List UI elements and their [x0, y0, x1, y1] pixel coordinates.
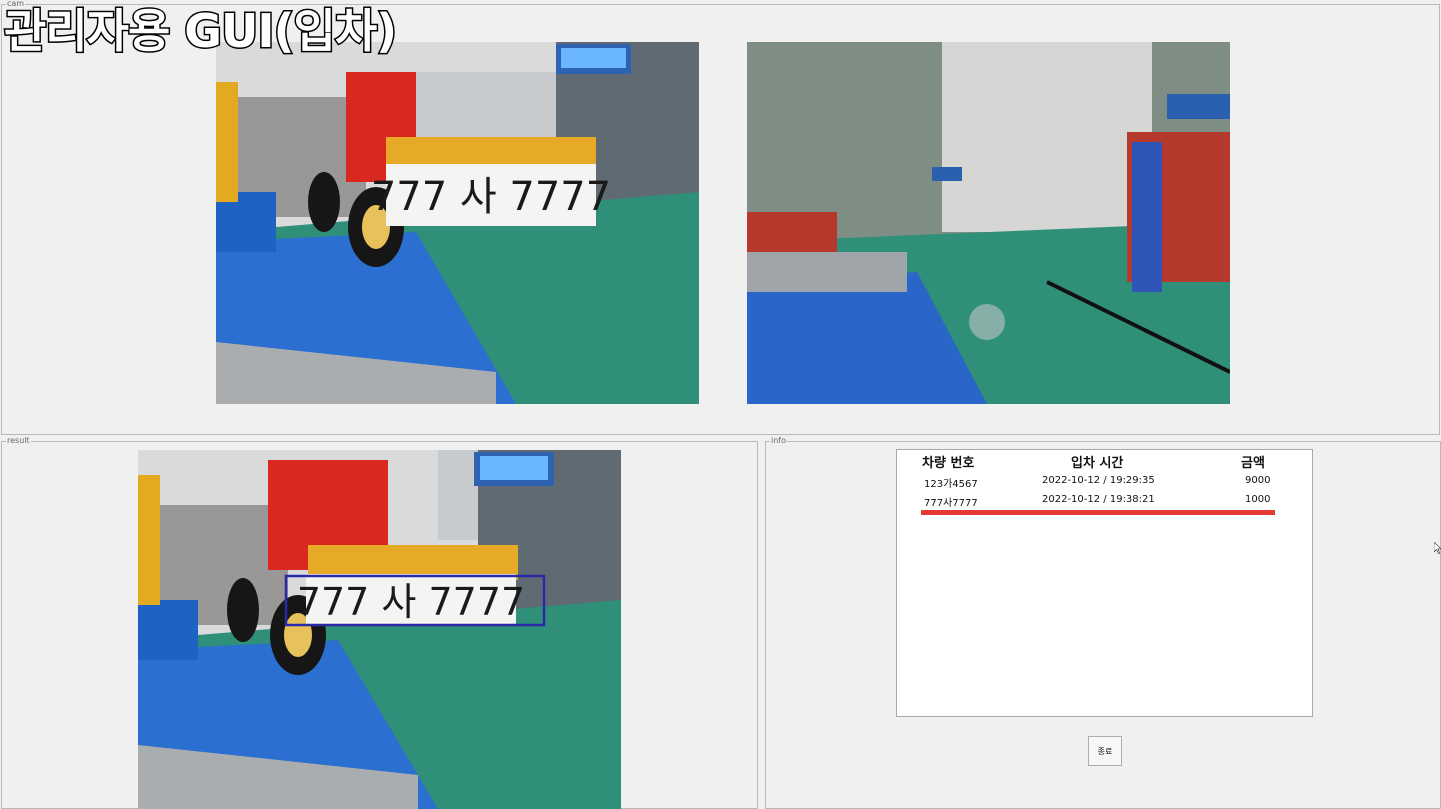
result-plate-text: 777 사 7777 [297, 580, 525, 624]
mouse-cursor-icon [1434, 542, 1441, 554]
close-button[interactable]: 종료 [1088, 736, 1122, 766]
row2-plate: 777사7777 [924, 498, 978, 509]
row2-time: 2022-10-12 / 19:38:21 [1042, 494, 1155, 505]
info-table: 차량 번호 입차 시간 금액 123가4567 2022-10-12 / 19:… [896, 449, 1313, 717]
cam1-plate-text: 777 사 7777 [371, 174, 611, 220]
row1-fee: 9000 [1245, 475, 1271, 486]
header-time: 입차 시간 [1071, 456, 1124, 471]
result-group-label: result [6, 436, 31, 446]
overlay-title: 관리자용 GUI(입차) [2, 4, 398, 58]
result-feed: 777 사 7777 [138, 450, 621, 809]
camera-feed-2 [747, 42, 1230, 404]
camera-feed-1: 777 사 7777 [216, 42, 699, 404]
row2-fee: 1000 [1245, 494, 1271, 505]
row-highlight-bar [921, 510, 1275, 515]
header-plate: 차량 번호 [922, 456, 975, 471]
header-fee: 금액 [1241, 456, 1265, 471]
row1-plate: 123가4567 [924, 479, 978, 490]
row1-time: 2022-10-12 / 19:29:35 [1042, 475, 1155, 486]
info-group-label: info [770, 436, 788, 446]
